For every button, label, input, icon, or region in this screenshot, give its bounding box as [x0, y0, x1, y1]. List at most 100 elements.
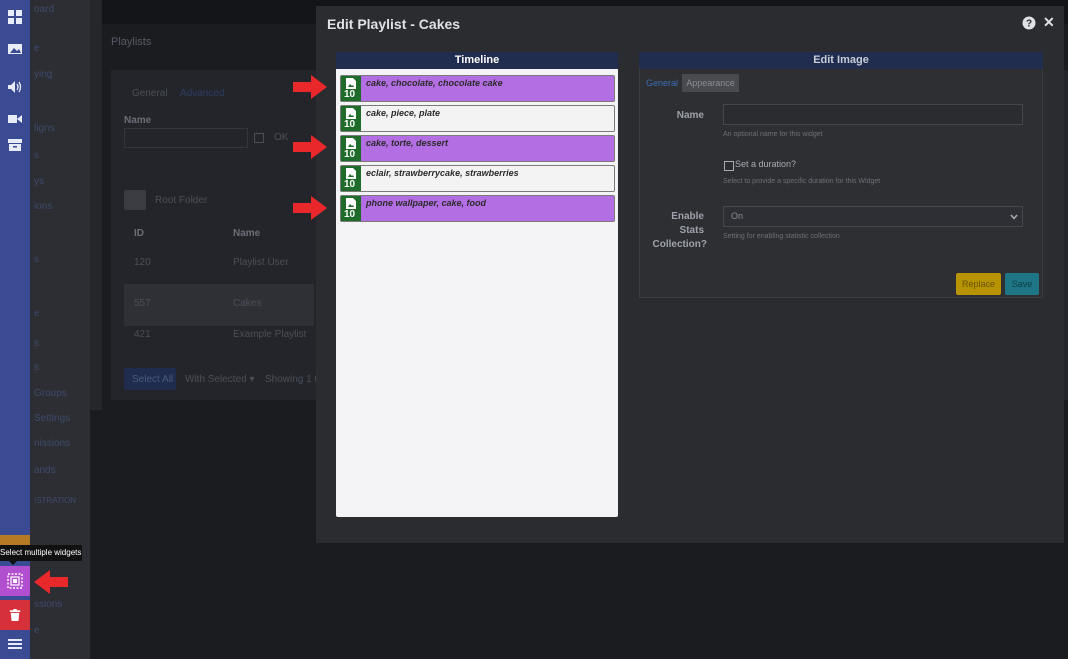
timeline-header: Timeline [336, 52, 618, 69]
timeline-widget[interactable]: 10 eclair, strawberrycake, strawberries [340, 165, 615, 192]
folder-icon [124, 190, 146, 210]
tab-appearance[interactable]: Appearance [682, 74, 739, 92]
stats-label-line: Collection? [652, 239, 707, 250]
sidebar-item: ands [34, 465, 56, 476]
widget-name: phone wallpaper, cake, food [366, 198, 487, 208]
file-image-icon [346, 108, 356, 119]
tab-general: General [132, 88, 168, 99]
tooltip-arrow [9, 561, 17, 565]
stats-label-line: Stats [679, 225, 704, 236]
showing-label: Showing 1 t [265, 374, 318, 385]
image-icon[interactable] [0, 34, 30, 64]
file-image-icon [346, 78, 356, 89]
file-image-icon [346, 198, 356, 209]
sidebar-item: Groups [34, 388, 67, 399]
name-input[interactable] [723, 104, 1023, 125]
root-folder-label: Root Folder [155, 195, 208, 206]
set-duration-label[interactable]: Set a duration? [735, 159, 796, 169]
row-name: Playlist User [233, 257, 289, 268]
widget-duration: 10 [344, 209, 356, 220]
edit-image-header: Edit Image [639, 52, 1043, 69]
column-header-id: ID [134, 228, 144, 239]
rail-highlight [0, 535, 30, 545]
name-help-text: An optional name for this widget [723, 131, 823, 138]
replace-button[interactable]: Replace [956, 273, 1001, 295]
sidebar-section: ISTRATION [34, 496, 77, 505]
stats-help-text: Setting for enabling statistic collectio… [723, 233, 840, 240]
save-button[interactable]: Save [1005, 273, 1039, 295]
stats-selected-value: On [731, 211, 744, 221]
select-multiple-widgets-button[interactable] [0, 566, 30, 596]
widget-badge: 10 [341, 106, 361, 131]
close-icon[interactable]: ✕ [1043, 14, 1055, 31]
sidebar-item: s [34, 150, 39, 161]
widget-badge: 10 [341, 166, 361, 191]
archive-icon[interactable] [0, 130, 30, 160]
svg-text:?: ? [1026, 19, 1032, 30]
timeline-widget[interactable]: 10 cake, piece, plate [340, 105, 615, 132]
sidebar-item: ys [34, 176, 44, 187]
select-all-label: Select All [132, 374, 174, 385]
stats-label-line: Enable [671, 211, 704, 222]
trash-icon [9, 609, 21, 621]
tab-general[interactable]: General [646, 78, 678, 88]
file-image-icon [346, 138, 356, 149]
sidebar-item: ions [34, 201, 53, 212]
row-id: 120 [134, 257, 151, 268]
question-icon[interactable]: ? [1022, 16, 1036, 30]
sidebar-item: nissions [34, 438, 71, 449]
set-duration-checkbox[interactable] [724, 161, 734, 171]
widget-duration: 10 [344, 89, 356, 100]
timeline-widget[interactable]: 10 cake, torte, dessert [340, 135, 615, 162]
sidebar-item: e [34, 625, 40, 636]
modal-title: Edit Playlist - Cakes [327, 16, 461, 32]
sidebar-item: e [34, 308, 40, 319]
sidebar-item: ssions [34, 599, 63, 610]
arrow-left-icon [34, 570, 68, 594]
row-id: 421 [134, 329, 151, 340]
delete-button[interactable] [0, 600, 30, 630]
sidebar-item: ying [34, 69, 53, 80]
widget-name: cake, torte, dessert [366, 138, 449, 148]
audio-icon[interactable] [0, 72, 30, 102]
sidebar-item: e [34, 43, 40, 54]
sidebar-item: s [34, 254, 39, 265]
timeline-widget[interactable]: 10 cake, chocolate, chocolate cake [340, 75, 615, 102]
widget-badge: 10 [341, 196, 361, 221]
ok-label: OK [274, 132, 289, 143]
tab-advanced: Advanced [180, 88, 225, 99]
arrow-right-icon [293, 135, 327, 159]
widget-name: cake, piece, plate [366, 108, 441, 118]
breadcrumb: Playlists [111, 36, 152, 48]
table-row [124, 284, 314, 326]
file-image-icon [346, 168, 356, 179]
name-filter-input [124, 128, 248, 148]
widget-duration: 10 [344, 179, 356, 190]
dashboard-icon[interactable] [0, 2, 30, 32]
timeline-widget[interactable]: 10 phone wallpaper, cake, food [340, 195, 615, 222]
sidebar-item: ligns [34, 123, 55, 134]
arrow-right-icon [293, 75, 327, 99]
widget-duration: 10 [344, 119, 356, 130]
chevron-down-icon [1010, 214, 1018, 220]
widget-badge: 10 [341, 76, 361, 101]
widget-name: cake, chocolate, chocolate cake [366, 78, 503, 88]
background-scrollbar [90, 0, 102, 410]
duration-help-text: Select to provide a specific duration fo… [723, 178, 881, 185]
row-name: Cakes [233, 298, 262, 309]
with-selected-label: With Selected ▾ [185, 374, 255, 385]
sidebar-item: Settings [34, 413, 71, 424]
sidebar-item: oard [34, 4, 55, 15]
tooltip: Select multiple widgets [0, 545, 82, 561]
multi-select-icon [7, 573, 23, 589]
row-id: 557 [134, 298, 151, 309]
row-name: Example Playlist [233, 329, 307, 340]
widget-name: eclair, strawberrycake, strawberries [366, 168, 519, 178]
ok-checkbox [254, 133, 264, 143]
name-label: Name [124, 115, 152, 126]
sidebar-item: s [34, 362, 39, 373]
menu-icon[interactable] [0, 629, 30, 659]
column-header-name: Name [233, 228, 261, 239]
stats-collection-select[interactable]: On [723, 206, 1023, 227]
widget-duration: 10 [344, 149, 356, 160]
